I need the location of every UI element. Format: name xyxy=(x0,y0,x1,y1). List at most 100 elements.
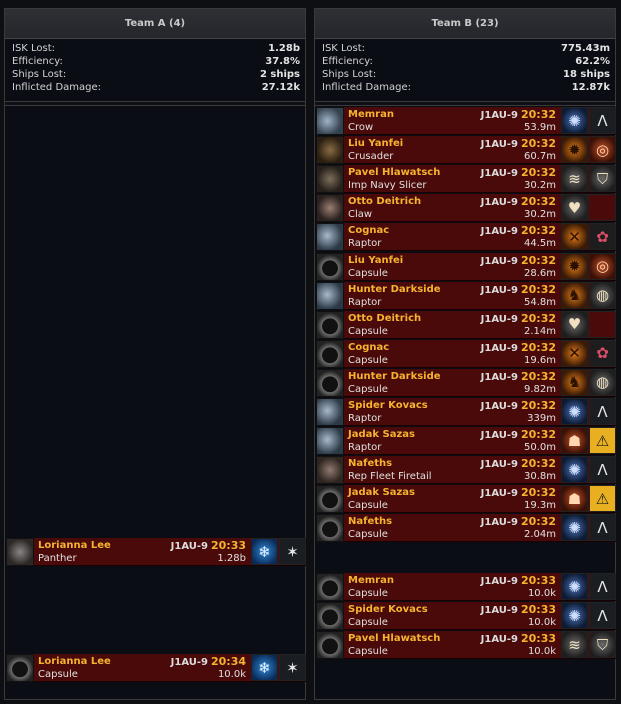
ship-type[interactable]: Rep Fleet Firetail xyxy=(348,470,432,483)
sun-gear-icon[interactable]: ✹ xyxy=(561,252,588,280)
ship-icon[interactable] xyxy=(316,631,344,659)
ship-icon[interactable] xyxy=(316,427,344,456)
ship-icon[interactable] xyxy=(316,368,344,397)
system-name[interactable]: J1AU-9 xyxy=(481,459,518,470)
ship-icon[interactable] xyxy=(316,223,344,252)
kill-row[interactable]: Otto Deitrich J1AU-9 20:32 Capsule 2.14m ♥ xyxy=(316,310,616,339)
chevron-a-icon[interactable]: Λ xyxy=(589,514,616,542)
pilot-name[interactable]: Liu Yanfei xyxy=(348,254,403,267)
kill-row[interactable]: Liu Yanfei J1AU-9 20:32 Capsule 28.6m ✹ ◎ xyxy=(316,252,616,281)
system-name[interactable]: J1AU-9 xyxy=(481,314,518,325)
alliance-logo-empty[interactable] xyxy=(589,194,616,222)
ship-type[interactable]: Crow xyxy=(348,121,373,134)
ship-icon[interactable] xyxy=(316,398,344,426)
blue-sigil-icon[interactable]: ✺ xyxy=(561,602,588,629)
ship-icon[interactable] xyxy=(316,456,344,485)
globe-icon[interactable]: ◍ xyxy=(589,281,616,309)
kill-row[interactable]: Otto Deitrich J1AU-9 20:32 Claw 30.2m ♥ xyxy=(316,194,616,223)
pilot-name[interactable]: Nafeths xyxy=(348,457,392,470)
wings-icon[interactable]: ≋ xyxy=(561,165,588,193)
pilot-name[interactable]: Hunter Darkside xyxy=(348,283,441,296)
kill-row[interactable]: Nafeths J1AU-9 20:32 Rep Fleet Firetail 30.8… xyxy=(316,456,616,485)
heart-icon[interactable]: ♥ xyxy=(561,310,588,338)
crossed-axes-icon[interactable]: ✕ xyxy=(561,223,588,251)
red-swirl-icon[interactable]: ◎ xyxy=(589,252,616,280)
ship-icon[interactable] xyxy=(316,573,344,601)
ship-type[interactable]: Raptor xyxy=(348,412,381,425)
ship-type[interactable]: Capsule xyxy=(348,383,388,396)
ship-icon[interactable] xyxy=(6,538,34,566)
ship-type[interactable]: Imp Navy Slicer xyxy=(348,179,427,192)
ship-icon[interactable] xyxy=(316,281,344,310)
pilot-name[interactable]: Otto Deitrich xyxy=(348,312,421,325)
ship-type[interactable]: Panther xyxy=(38,552,77,565)
chevron-a-icon[interactable]: Λ xyxy=(589,602,616,629)
kill-row[interactable]: Nafeths J1AU-9 20:32 Capsule 2.04m ✺ Λ xyxy=(316,514,616,543)
system-name[interactable]: J1AU-9 xyxy=(481,285,518,296)
kill-row[interactable]: Hunter Darkside J1AU-9 20:32 Capsule 9.82m ♞ ◍ xyxy=(316,368,616,397)
pilot-name[interactable]: Spider Kovacs xyxy=(348,399,428,412)
system-name[interactable]: J1AU-9 xyxy=(481,401,518,412)
system-name[interactable]: J1AU-9 xyxy=(481,576,518,587)
monster-icon[interactable]: ☗ xyxy=(561,485,588,513)
kill-row[interactable]: Memran J1AU-9 20:33 Capsule 10.0k ✺ Λ xyxy=(316,573,616,601)
blue-sigil-icon[interactable]: ✺ xyxy=(561,107,588,134)
system-name[interactable]: J1AU-9 xyxy=(481,517,518,528)
ship-icon[interactable] xyxy=(316,194,344,223)
pilot-name[interactable]: Pavel Hlawatsch xyxy=(348,632,440,645)
pilot-name[interactable]: Spider Kovacs xyxy=(348,603,428,616)
ship-icon[interactable] xyxy=(316,136,344,165)
system-name[interactable]: J1AU-9 xyxy=(481,372,518,383)
ship-type[interactable]: Capsule xyxy=(348,499,388,512)
horse-icon[interactable]: ♞ xyxy=(561,368,588,396)
ship-type[interactable]: Raptor xyxy=(348,441,381,454)
monster-icon[interactable]: ☗ xyxy=(561,427,588,455)
ship-type[interactable]: Capsule xyxy=(348,528,388,541)
pilot-name[interactable]: Nafeths xyxy=(348,515,392,528)
blue-sigil-icon[interactable]: ✺ xyxy=(561,398,588,425)
pilot-name[interactable]: Lorianna Lee xyxy=(38,539,111,552)
ship-icon[interactable] xyxy=(316,485,344,514)
ship-type[interactable]: Capsule xyxy=(38,668,78,681)
heart-icon[interactable]: ♥ xyxy=(561,194,588,222)
ship-icon[interactable] xyxy=(6,654,34,682)
pilot-name[interactable]: Otto Deitrich xyxy=(348,195,421,208)
shield-icon[interactable]: ⛉ xyxy=(589,631,616,658)
system-name[interactable]: J1AU-9 xyxy=(481,110,518,121)
warning-sign-icon[interactable]: ⚠ xyxy=(589,427,616,455)
sun-gear-icon[interactable]: ✹ xyxy=(561,136,588,164)
ship-type[interactable]: Capsule xyxy=(348,587,388,600)
pilot-name[interactable]: Pavel Hlawatsch xyxy=(348,166,440,179)
system-name[interactable]: J1AU-9 xyxy=(171,541,208,552)
ship-type[interactable]: Capsule xyxy=(348,267,388,280)
pilot-name[interactable]: Liu Yanfei xyxy=(348,137,403,150)
ship-icon[interactable] xyxy=(316,310,344,339)
pilot-name[interactable]: Cognac xyxy=(348,341,389,354)
ship-type[interactable]: Crusader xyxy=(348,150,393,163)
blue-sigil-icon[interactable]: ✺ xyxy=(561,573,588,600)
crossed-axes-icon[interactable]: ✕ xyxy=(561,339,588,367)
chevron-a-icon[interactable]: Λ xyxy=(589,573,616,600)
chevron-a-icon[interactable]: Λ xyxy=(589,107,616,134)
system-name[interactable]: J1AU-9 xyxy=(481,605,518,616)
flower-icon[interactable]: ✿ xyxy=(589,223,616,251)
blue-sigil-icon[interactable]: ✺ xyxy=(561,514,588,542)
pilot-name[interactable]: Memran xyxy=(348,108,394,121)
pilot-name[interactable]: Jadak Sazas xyxy=(348,486,415,499)
ship-type[interactable]: Claw xyxy=(348,208,372,221)
snowflake-icon[interactable]: ❄ xyxy=(251,654,278,681)
system-name[interactable]: J1AU-9 xyxy=(481,168,518,179)
kill-row[interactable]: Jadak Sazas J1AU-9 20:32 Capsule 19.3m ☗ ⚠ xyxy=(316,485,616,514)
system-name[interactable]: J1AU-9 xyxy=(481,256,518,267)
ship-type[interactable]: Capsule xyxy=(348,325,388,338)
ship-icon[interactable] xyxy=(316,165,344,194)
kill-row[interactable]: Lorianna Lee J1AU-9 20:34 Capsule 10.0k ❄ ✶ xyxy=(6,654,306,682)
system-name[interactable]: J1AU-9 xyxy=(481,430,518,441)
ship-icon[interactable] xyxy=(316,252,344,281)
ship-type[interactable]: Capsule xyxy=(348,645,388,658)
ship-icon[interactable] xyxy=(316,602,344,630)
ship-type[interactable]: Raptor xyxy=(348,237,381,250)
ship-icon[interactable] xyxy=(316,514,344,543)
warning-sign-icon[interactable]: ⚠ xyxy=(589,485,616,513)
kill-row[interactable]: Cognac J1AU-9 20:32 Capsule 19.6m ✕ ✿ xyxy=(316,339,616,368)
